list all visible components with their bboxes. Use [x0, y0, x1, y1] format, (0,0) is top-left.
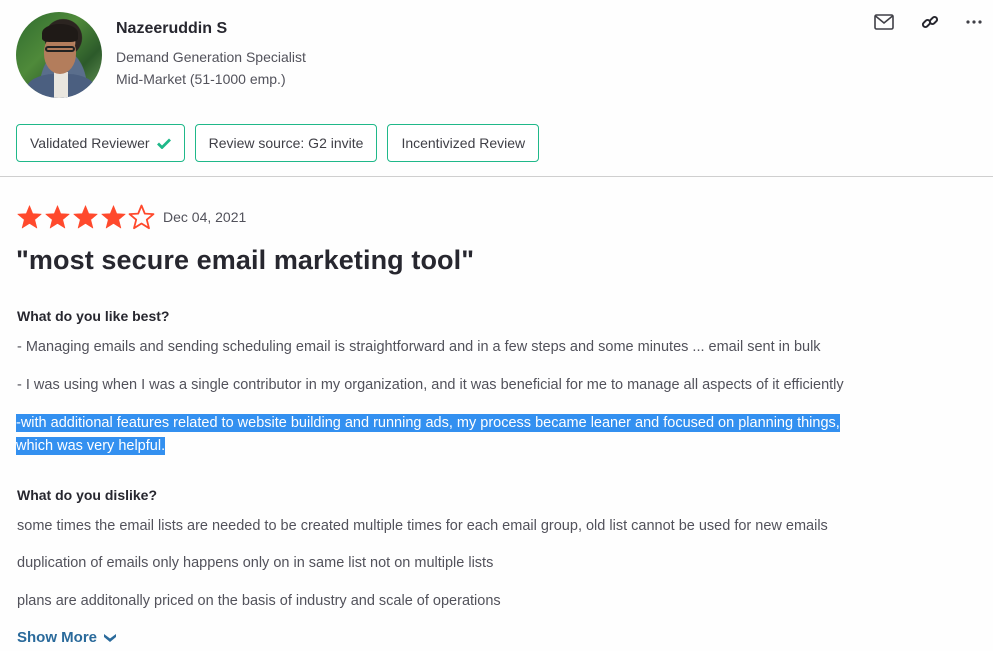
badge-label: Validated Reviewer [30, 135, 150, 151]
chevron-down-icon [104, 633, 117, 642]
more-icon [966, 20, 982, 24]
star-filled-icon [101, 205, 126, 229]
like-answer: - I was using when I was a single contri… [17, 377, 844, 393]
reviewer-name[interactable]: Nazeeruddin S [116, 20, 227, 38]
avatar-hair [42, 24, 78, 42]
review-source-badge[interactable]: Review source: G2 invite [194, 124, 378, 162]
dislike-answer: duplication of emails only happens only … [17, 555, 494, 571]
highlighted-line: -with additional features related to web… [16, 414, 840, 432]
avatar-glasses [45, 46, 75, 52]
star-filled-icon [17, 205, 42, 229]
reviewer-avatar[interactable] [16, 12, 102, 98]
badge-label: Incentivized Review [401, 135, 526, 151]
reviewer-job-title: Demand Generation Specialist [116, 49, 306, 65]
star-empty-icon [128, 204, 155, 230]
reviewer-segment: Mid-Market (51-1000 emp.) [116, 71, 286, 87]
star-filled-icon [73, 205, 98, 229]
copy-link-button[interactable] [918, 10, 942, 34]
like-question: What do you like best? [17, 308, 170, 324]
validated-reviewer-badge[interactable]: Validated Reviewer [16, 124, 185, 162]
incentivized-review-badge[interactable]: Incentivized Review [387, 124, 540, 162]
star-filled-icon [45, 205, 70, 229]
dislike-answer: some times the email lists are needed to… [17, 518, 828, 534]
show-more-label: Show More [17, 629, 98, 646]
link-icon [921, 15, 939, 29]
review-title: "most secure email marketing tool" [16, 245, 475, 275]
badge-label: Review source: G2 invite [208, 135, 364, 151]
reviewer-header: Nazeeruddin S Demand Generation Speciali… [0, 0, 993, 176]
rating-row: Dec 04, 2021 [16, 204, 246, 230]
check-icon [156, 138, 171, 149]
star-rating [16, 204, 155, 230]
highlighted-line: which was very helpful. [16, 437, 166, 455]
email-button[interactable] [872, 10, 896, 34]
review-date: Dec 04, 2021 [163, 209, 247, 225]
show-more-button[interactable]: Show More [17, 629, 117, 646]
badge-row: Validated Reviewer Review source: G2 inv… [16, 124, 540, 162]
dislike-answer: plans are additonally priced on the basi… [17, 593, 501, 609]
section-divider [0, 176, 993, 177]
highlighted-text: -with additional features related to web… [16, 412, 840, 458]
like-answer: - Managing emails and sending scheduling… [17, 339, 821, 355]
mail-icon [874, 14, 894, 30]
more-options-button[interactable] [962, 10, 986, 34]
avatar-shirt [54, 72, 68, 98]
dislike-question: What do you dislike? [17, 487, 158, 503]
